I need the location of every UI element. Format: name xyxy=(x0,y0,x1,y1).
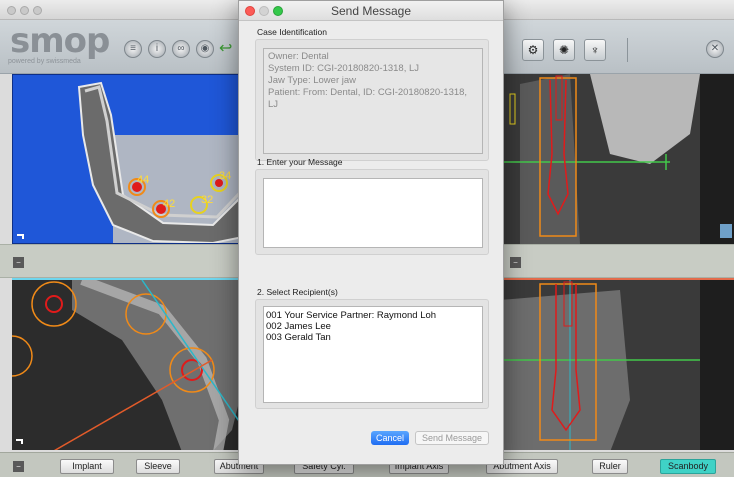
dialog-title: Send Message xyxy=(330,4,412,18)
minimize-dialog-icon xyxy=(259,6,269,16)
case-identification-group: Owner: Dental System ID: CGI-20180820-13… xyxy=(255,39,489,161)
case-patient-line: Patient: From: Dental, ID: CGI-20180820-… xyxy=(268,87,468,110)
tooth-label-42: 42 xyxy=(163,198,175,210)
sagittal-view-bottom[interactable] xyxy=(500,278,734,450)
recipients-label: 2. Select Recipient(s) xyxy=(257,287,338,297)
camera-icon[interactable]: ◉ xyxy=(196,40,214,58)
dialog-titlebar: Send Message xyxy=(239,1,503,21)
case-owner-line: Owner: Dental xyxy=(268,51,329,62)
implant-view-icon[interactable]: ⚙ xyxy=(522,39,544,61)
logo-subtitle: powered by swissmeda xyxy=(8,58,81,65)
message-label: 1. Enter your Message xyxy=(257,157,343,167)
cancel-button[interactable]: Cancel xyxy=(371,431,409,445)
scanbody-toggle-button[interactable]: Scanbody xyxy=(660,459,716,474)
tooth-label-32: 32 xyxy=(201,194,213,206)
case-identification-box: Owner: Dental System ID: CGI-20180820-13… xyxy=(263,48,483,154)
send-message-button[interactable]: Send Message xyxy=(415,431,489,445)
ruler-toggle-button[interactable]: Ruler xyxy=(592,459,628,474)
toolbar-divider xyxy=(627,38,628,62)
3d-jaw-view[interactable]: 44 42 32 34 xyxy=(12,74,252,244)
close-window-icon[interactable] xyxy=(7,6,16,15)
message-group xyxy=(255,169,489,255)
sagittal-view-top[interactable] xyxy=(500,74,734,244)
case-identification-label: Case Identification xyxy=(257,27,327,37)
tooth-view-icon[interactable]: ♆ xyxy=(584,39,606,61)
axial-ct-image xyxy=(12,280,252,450)
3d-jaw-render: 44 42 32 34 xyxy=(17,81,251,243)
close-dialog-icon[interactable] xyxy=(245,6,255,16)
recipients-list[interactable]: 001 Your Service Partner: Raymond Loh 00… xyxy=(263,306,483,403)
list-view-icon[interactable]: ≡ xyxy=(124,40,142,58)
close-case-icon[interactable]: ✕ xyxy=(706,40,724,58)
sagittal-ct-image-top xyxy=(500,74,734,244)
collapse-bottom-icon[interactable]: − xyxy=(13,461,24,472)
recipient-item[interactable]: 003 Gerald Tan xyxy=(266,332,480,343)
case-jaw-type-line: Jaw Type: Lower jaw xyxy=(268,75,357,86)
collapse-view-right-icon[interactable]: − xyxy=(510,257,521,268)
axial-view[interactable] xyxy=(12,278,252,450)
recipients-group: 001 Your Service Partner: Raymond Loh 00… xyxy=(255,299,489,409)
implant-toggle-button[interactable]: Implant xyxy=(60,459,114,474)
zoom-dialog-icon[interactable] xyxy=(273,6,283,16)
case-system-id-line: System ID: CGI-20180820-1318, LJ xyxy=(268,63,420,74)
sleeve-toggle-button[interactable]: Sleeve xyxy=(136,459,180,474)
smop-logo: smop xyxy=(10,21,110,61)
collapse-view-icon[interactable]: − xyxy=(13,257,24,268)
link-icon[interactable]: ∞ xyxy=(172,40,190,58)
send-message-dialog: Send Message Case Identification Owner: … xyxy=(238,0,504,465)
recipient-item[interactable]: 001 Your Service Partner: Raymond Loh xyxy=(266,310,480,321)
info-icon[interactable]: i xyxy=(148,40,166,58)
gear-view-icon[interactable]: ✺ xyxy=(553,39,575,61)
tooth-label-34: 34 xyxy=(219,170,231,182)
zoom-window-icon[interactable] xyxy=(33,6,42,15)
message-textarea[interactable] xyxy=(263,178,483,248)
tooth-label-44: 44 xyxy=(137,174,149,186)
undo-arrow-icon[interactable]: ↩ xyxy=(219,38,232,58)
sagittal-ct-image-bottom xyxy=(500,280,734,450)
minimize-window-icon[interactable] xyxy=(20,6,29,15)
recipient-item[interactable]: 002 James Lee xyxy=(266,321,480,332)
